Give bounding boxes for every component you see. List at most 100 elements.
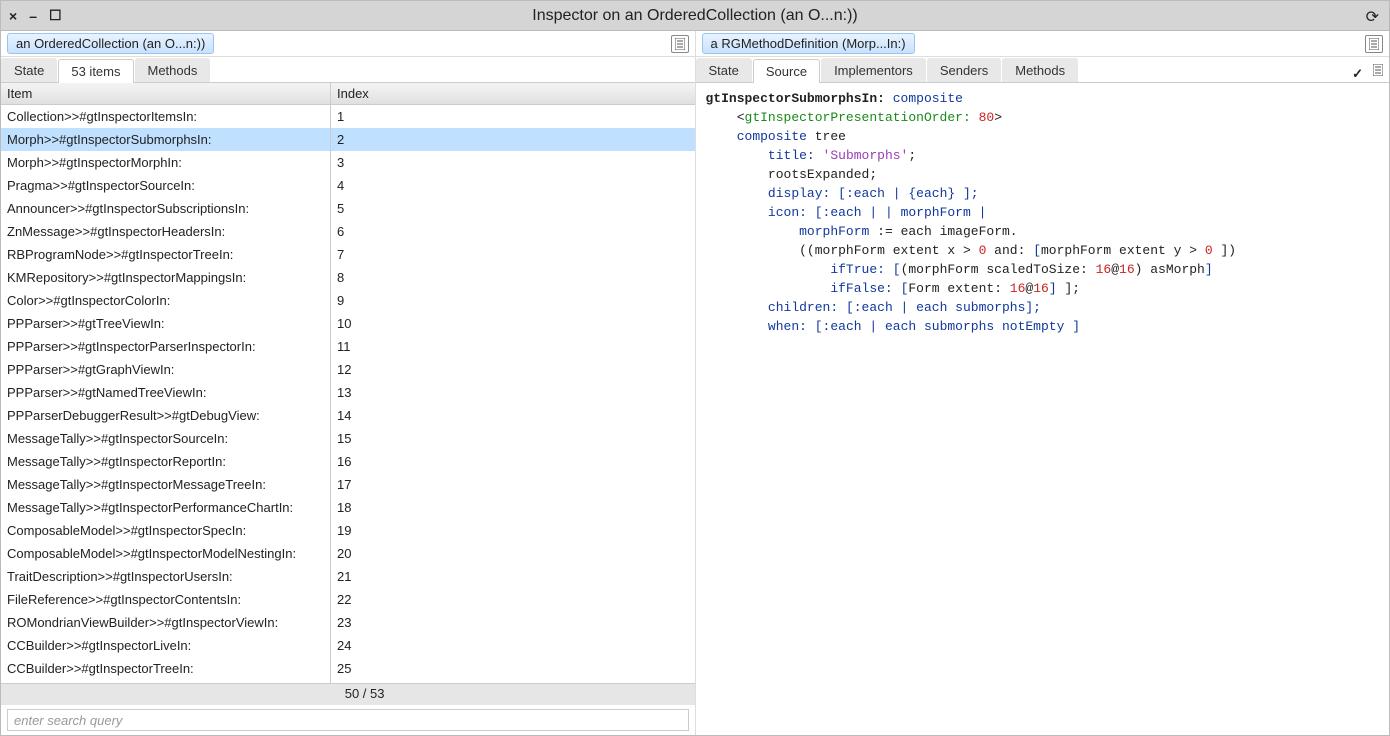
tab-implementors[interactable]: Implementors: [821, 58, 926, 82]
table-row[interactable]: MessageTally>>#gtInspectorPerformanceCha…: [1, 496, 695, 519]
table-row[interactable]: PPParser>>#gtInspectorParserInspectorIn:…: [1, 335, 695, 358]
tab-methods[interactable]: Methods: [135, 58, 211, 82]
table-row[interactable]: Pragma>>#gtInspectorSourceIn:4: [1, 174, 695, 197]
close-icon[interactable]: ×: [9, 8, 17, 24]
table-row[interactable]: PPParser>>#gtTreeViewIn:10: [1, 312, 695, 335]
cell-index: 13: [331, 381, 695, 404]
table-row[interactable]: ZnMessage>>#gtInspectorHeadersIn:6: [1, 220, 695, 243]
table-row[interactable]: ROMondrianViewBuilder>>#gtInspectorViewI…: [1, 611, 695, 634]
cell-item: Morph>>#gtInspectorMorphIn:: [1, 151, 331, 174]
table-header: Item Index: [1, 83, 695, 105]
maximize-icon[interactable]: ☐: [49, 7, 62, 24]
cell-item: Pragma>>#gtInspectorSourceIn:: [1, 174, 331, 197]
table-row[interactable]: Color>>#gtInspectorColorIn:9: [1, 289, 695, 312]
cell-item: ZnMessage>>#gtInspectorHeadersIn:: [1, 220, 331, 243]
cell-index: 3: [331, 151, 695, 174]
cell-item: MessageTally>>#gtInspectorSourceIn:: [1, 427, 331, 450]
cell-item: PPParserDebuggerResult>>#gtDebugView:: [1, 404, 331, 427]
tab-senders[interactable]: Senders: [927, 58, 1001, 82]
cell-item: ROMondrianViewBuilder>>#gtInspectorViewI…: [1, 611, 331, 634]
right-tabs: State Source Implementors Senders Method…: [696, 57, 1390, 83]
cell-index: 12: [331, 358, 695, 381]
cell-index: 17: [331, 473, 695, 496]
cell-item: KMRepository>>#gtInspectorMappingsIn:: [1, 266, 331, 289]
table-row[interactable]: ComposableModel>>#gtInspectorSpecIn:19: [1, 519, 695, 542]
table-row[interactable]: ComposableModel>>#gtInspectorModelNestin…: [1, 542, 695, 565]
source-menu-icon[interactable]: [1373, 64, 1383, 79]
cell-item: Color>>#gtInspectorColorIn:: [1, 289, 331, 312]
tab-items[interactable]: 53 items: [58, 59, 133, 83]
cell-index: 8: [331, 266, 695, 289]
table-row[interactable]: PPParserDebuggerResult>>#gtDebugView:14: [1, 404, 695, 427]
left-header-pill[interactable]: an OrderedCollection (an O...n:)): [7, 33, 214, 54]
cell-item: TraitDescription>>#gtInspectorUsersIn:: [1, 565, 331, 588]
table-row[interactable]: Announcer>>#gtInspectorSubscriptionsIn:5: [1, 197, 695, 220]
col-item-header[interactable]: Item: [1, 83, 331, 104]
cell-item: ComposableModel>>#gtInspectorSpecIn:: [1, 519, 331, 542]
cell-index: 24: [331, 634, 695, 657]
cell-index: 2: [331, 128, 695, 151]
cell-item: Morph>>#gtInspectorSubmorphsIn:: [1, 128, 331, 151]
window-title: Inspector on an OrderedCollection (an O.…: [1, 7, 1389, 25]
minimize-icon[interactable]: –: [29, 8, 37, 24]
table-row[interactable]: PPParser>>#gtNamedTreeViewIn:13: [1, 381, 695, 404]
left-pane: an OrderedCollection (an O...n:)) State …: [1, 31, 696, 735]
right-header-pill[interactable]: a RGMethodDefinition (Morp...In:): [702, 33, 915, 54]
table-row[interactable]: CCBuilder>>#gtInspectorTreeIn:25: [1, 657, 695, 680]
table-row[interactable]: TraitDescription>>#gtInspectorUsersIn:21: [1, 565, 695, 588]
cell-item: PPParser>>#gtInspectorParserInspectorIn:: [1, 335, 331, 358]
table-row[interactable]: FileReference>>#gtInspectorContentsIn:22: [1, 588, 695, 611]
right-pane: a RGMethodDefinition (Morp...In:) State …: [696, 31, 1390, 735]
table-row[interactable]: RBProgramNode>>#gtInspectorTreeIn:7: [1, 243, 695, 266]
left-pane-header: an OrderedCollection (an O...n:)): [1, 31, 695, 57]
tab-source[interactable]: Source: [753, 59, 820, 83]
cell-item: RBProgramNode>>#gtInspectorTreeIn:: [1, 243, 331, 266]
accept-icon[interactable]: ✓: [1352, 66, 1363, 82]
cell-item: Collection>>#gtInspectorItemsIn:: [1, 105, 331, 128]
cell-item: FileReference>>#gtInspectorContentsIn:: [1, 588, 331, 611]
left-tabs: State 53 items Methods: [1, 57, 695, 83]
cell-item: CCBuilder>>#gtInspectorTreeIn:: [1, 657, 331, 680]
window-titlebar: × – ☐ Inspector on an OrderedCollection …: [1, 1, 1389, 31]
col-index-header[interactable]: Index: [331, 83, 695, 104]
cell-index: 9: [331, 289, 695, 312]
tab-methods-r[interactable]: Methods: [1002, 58, 1078, 82]
cell-index: 23: [331, 611, 695, 634]
table-row[interactable]: MessageTally>>#gtInspectorSourceIn:15: [1, 427, 695, 450]
cell-index: 16: [331, 450, 695, 473]
cell-index: 19: [331, 519, 695, 542]
cell-item: CCBuilder>>#gtInspectorLiveIn:: [1, 634, 331, 657]
cell-index: 1: [331, 105, 695, 128]
row-count: 50 / 53: [1, 683, 695, 705]
cell-item: MessageTally>>#gtInspectorReportIn:: [1, 450, 331, 473]
cell-index: 10: [331, 312, 695, 335]
cell-item: Announcer>>#gtInspectorSubscriptionsIn:: [1, 197, 331, 220]
items-table[interactable]: Collection>>#gtInspectorItemsIn:1Morph>>…: [1, 105, 695, 683]
cell-index: 14: [331, 404, 695, 427]
table-row[interactable]: MessageTally>>#gtInspectorReportIn:16: [1, 450, 695, 473]
cell-index: 5: [331, 197, 695, 220]
search-bar: [1, 705, 695, 735]
cell-index: 21: [331, 565, 695, 588]
table-row[interactable]: PPParser>>#gtGraphViewIn:12: [1, 358, 695, 381]
cell-item: PPParser>>#gtTreeViewIn:: [1, 312, 331, 335]
cell-index: 7: [331, 243, 695, 266]
tab-state[interactable]: State: [1, 58, 57, 82]
table-row[interactable]: MessageTally>>#gtInspectorMessageTreeIn:…: [1, 473, 695, 496]
refresh-icon[interactable]: ⟳: [1366, 7, 1379, 27]
cell-item: PPParser>>#gtNamedTreeViewIn:: [1, 381, 331, 404]
source-code[interactable]: gtInspectorSubmorphsIn: composite <gtIns…: [696, 83, 1390, 735]
table-row[interactable]: CCBuilder>>#gtInspectorLiveIn:24: [1, 634, 695, 657]
cell-index: 22: [331, 588, 695, 611]
page-icon[interactable]: [671, 35, 689, 53]
table-row[interactable]: Morph>>#gtInspectorMorphIn:3: [1, 151, 695, 174]
cell-index: 18: [331, 496, 695, 519]
search-input[interactable]: [7, 709, 689, 731]
table-row[interactable]: Collection>>#gtInspectorItemsIn:1: [1, 105, 695, 128]
cell-item: MessageTally>>#gtInspectorPerformanceCha…: [1, 496, 331, 519]
cell-index: 4: [331, 174, 695, 197]
table-row[interactable]: Morph>>#gtInspectorSubmorphsIn:2: [1, 128, 695, 151]
page-icon[interactable]: [1365, 35, 1383, 53]
table-row[interactable]: KMRepository>>#gtInspectorMappingsIn:8: [1, 266, 695, 289]
tab-state-r[interactable]: State: [696, 58, 752, 82]
